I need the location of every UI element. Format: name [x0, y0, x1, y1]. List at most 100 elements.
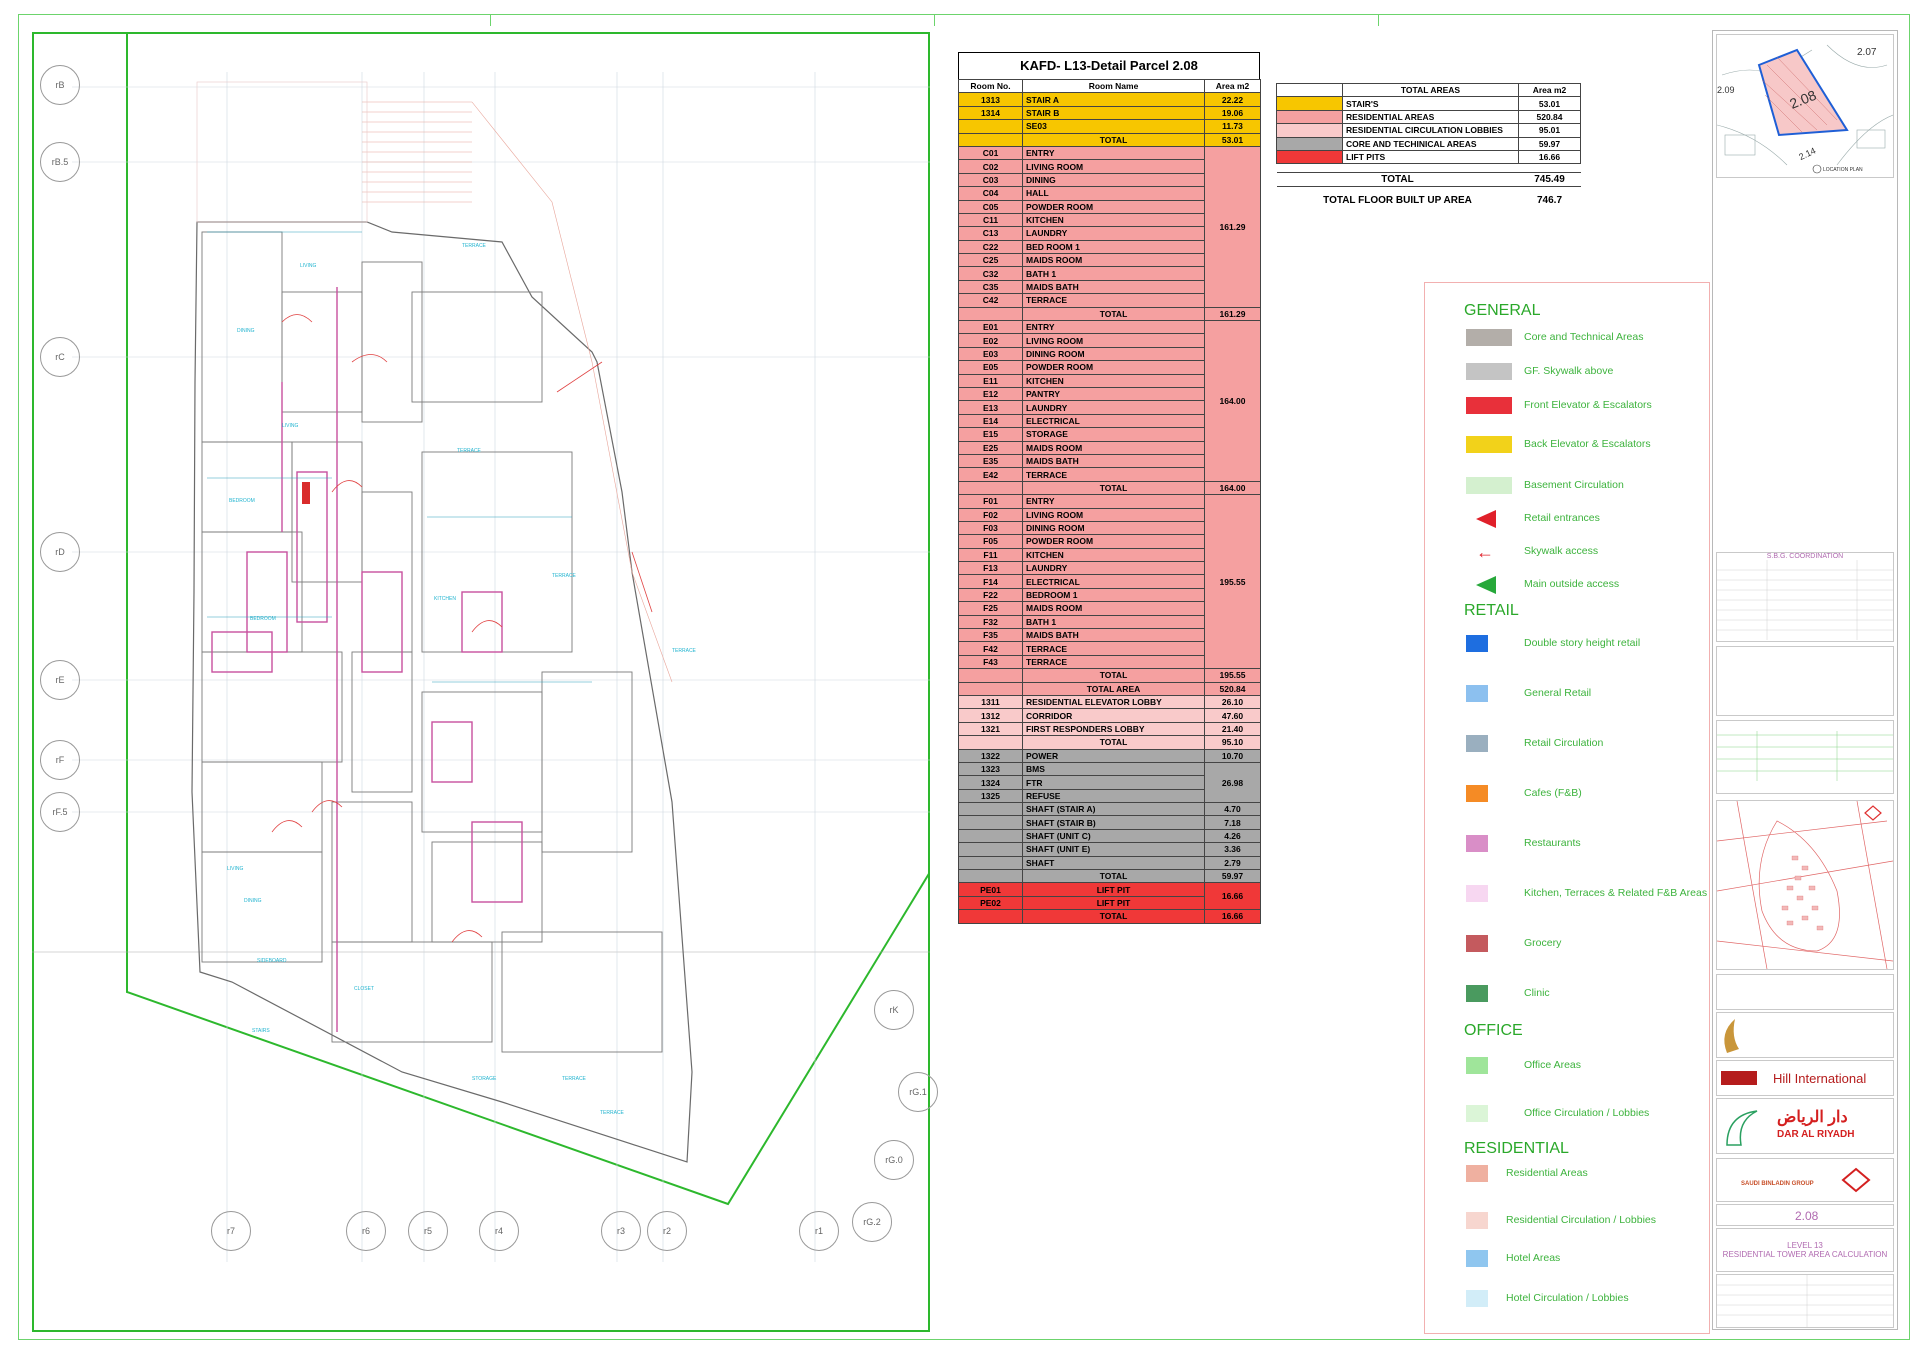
sbg-name: SAUDI BINLADIN GROUP [1741, 1181, 1814, 1187]
room-name: SHAFT (UNIT C) [1022, 828, 1205, 844]
room-number: C22 [958, 239, 1023, 255]
color-swatch [1276, 109, 1343, 125]
triangle-icon [1476, 510, 1496, 528]
room-number: E35 [958, 453, 1023, 469]
legend-label: Cafes (F&B) [1524, 787, 1582, 799]
table-cell [958, 681, 1023, 696]
room-name: SHAFT (STAIR B) [1022, 815, 1205, 830]
building-number: 2.08 [1795, 1209, 1819, 1223]
room-name: ELECTRICAL [1022, 413, 1205, 429]
room-area-merged: 26.98 [1204, 761, 1261, 804]
arrow-left-icon: ← [1476, 542, 1494, 562]
legend-label: Hotel Circulation / Lobbies [1506, 1292, 1629, 1304]
room-name: LAUNDRY [1022, 561, 1205, 576]
room-number: 1325 [958, 788, 1023, 804]
table-header-row: Room No. Room Name Area m2 [958, 78, 1261, 94]
legend-section-title: RETAIL [1464, 602, 1519, 619]
room-name: BEDROOM 1 [1022, 587, 1205, 603]
room-name: RESIDENTIAL ELEVATOR LOBBY [1022, 694, 1205, 710]
room-number: 1312 [958, 708, 1023, 723]
svg-text:TERRACE: TERRACE [457, 448, 482, 454]
room-number [958, 842, 1023, 857]
design-manager-block: Hill International [1716, 1060, 1894, 1096]
building-no-block: 2.08 [1716, 1204, 1894, 1226]
room-number: 1321 [958, 721, 1023, 737]
table-row: TOTAL AREA 520.84 [958, 681, 1261, 696]
table-row: SHAFT (STAIR A) 4.70 [958, 802, 1261, 817]
legend-label: Clinic [1524, 987, 1550, 999]
room-number: E14 [958, 413, 1023, 429]
legend-swatch [1466, 1057, 1488, 1074]
legend-label: Hotel Areas [1506, 1252, 1561, 1264]
room-name: MAIDS ROOM [1022, 601, 1205, 616]
room-number: F02 [958, 507, 1023, 522]
svg-text:LIVING: LIVING [300, 263, 317, 269]
table-row: TOTAL 53.01 [958, 132, 1261, 147]
room-name: POWDER ROOM [1022, 534, 1205, 549]
room-name: SHAFT (UNIT E) [1022, 842, 1205, 857]
room-area: 7.18 [1204, 815, 1261, 830]
row-total-label: TOTAL [1022, 480, 1205, 496]
row-total-value: 195.55 [1204, 668, 1261, 683]
legend-label: Core and Technical Areas [1524, 331, 1644, 343]
room-number: PE01 [958, 882, 1023, 897]
color-swatch [1276, 136, 1343, 151]
svg-text:TERRACE: TERRACE [600, 1110, 625, 1116]
legend-swatch [1466, 397, 1512, 414]
legend-swatch [1466, 735, 1488, 752]
legend-swatch [1466, 635, 1488, 652]
room-number: F43 [958, 654, 1023, 670]
legend-label: Retail Circulation [1524, 737, 1604, 749]
room-name: LIVING ROOM [1022, 333, 1205, 348]
sbg-logo [1841, 1167, 1871, 1193]
table-row: TOTAL 95.10 [958, 735, 1261, 750]
table-row: 1312 CORRIDOR 47.60 [958, 708, 1261, 723]
legend-swatch [1466, 329, 1512, 346]
grid-bubble-left: rB.5 [40, 142, 80, 182]
room-number [958, 828, 1023, 844]
room-number: C32 [958, 266, 1023, 281]
room-name: DINING ROOM [1022, 346, 1205, 362]
revisions-block [1716, 646, 1894, 716]
totals-row: CORE AND TECHINICAL AREAS 59.97 [1276, 136, 1581, 151]
totals-label: LIFT PITS [1342, 149, 1519, 165]
legend-swatch [1466, 1250, 1488, 1267]
room-number: E11 [958, 373, 1023, 388]
room-number [958, 119, 1023, 134]
table-row: 1313 STAIR A 22.22 [958, 92, 1261, 107]
row-total-label: TOTAL [1022, 668, 1205, 683]
master-plan [1716, 800, 1894, 970]
room-number [958, 815, 1023, 830]
row-total-value: 520.84 [1204, 681, 1261, 696]
row-total-label: TOTAL [1022, 132, 1205, 147]
room-number: F03 [958, 520, 1023, 536]
row-total-value: 95.10 [1204, 735, 1261, 750]
grand-total-row: TOTAL 745.49 [1276, 172, 1581, 187]
room-number [958, 802, 1023, 817]
legend-label: Basement Circulation [1524, 479, 1624, 491]
table-row: SHAFT (UNIT C) 4.26 [958, 828, 1261, 844]
room-number: 1324 [958, 775, 1023, 790]
row-total-label: TOTAL [1022, 869, 1205, 884]
room-area: 2.79 [1204, 855, 1261, 871]
table-row: E01 ENTRY 164.00 [958, 320, 1261, 482]
table-cell [958, 909, 1023, 924]
top-divider-tick-3 [1378, 14, 1379, 26]
room-name: KITCHEN [1022, 547, 1205, 563]
row-total-label: TOTAL AREA [1022, 681, 1205, 696]
room-number: C13 [958, 226, 1023, 241]
legend-section-title: RESIDENTIAL [1464, 1140, 1569, 1157]
dar-name: DAR AL RIYADH [1777, 1129, 1855, 1140]
drawing-info-block [1716, 1274, 1894, 1328]
room-name: KITCHEN [1022, 373, 1205, 388]
room-number: E05 [958, 360, 1023, 375]
grid-bubble-bottom: r2 [647, 1211, 687, 1251]
room-name: BMS [1022, 761, 1205, 777]
table-row: F01 ENTRY 195.55 [958, 494, 1261, 670]
room-name: MAIDS BATH [1022, 453, 1205, 469]
svg-text:TERRACE: TERRACE [552, 573, 577, 579]
room-name: HALL [1022, 186, 1205, 201]
legend-swatch [1466, 363, 1512, 380]
table-row: PE01 LIFT PIT 16.66 [958, 882, 1261, 911]
row-total-value: 53.01 [1204, 132, 1261, 147]
